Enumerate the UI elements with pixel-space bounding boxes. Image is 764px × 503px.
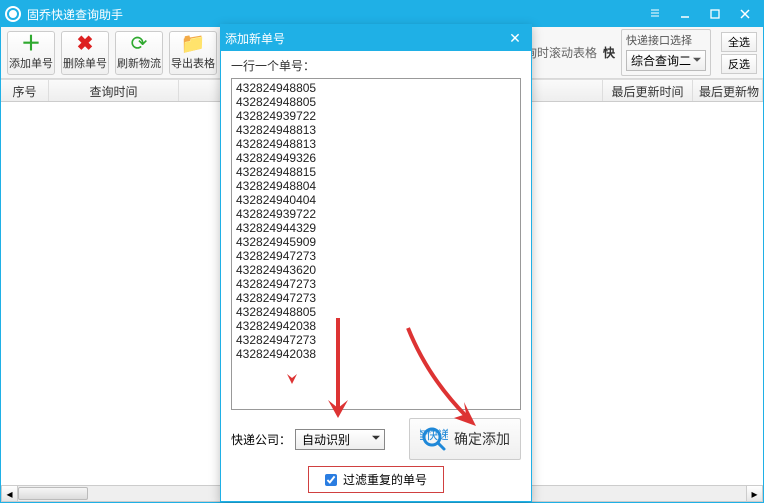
company-select[interactable]: 自动识别 [295,429,385,450]
refresh-button[interactable]: ⟳ 刷新物流 [115,31,163,75]
settings-icon[interactable] [641,4,669,24]
folder-icon: 📁 [181,34,206,54]
add-label: 添加单号 [9,55,53,71]
close-button[interactable] [731,4,759,24]
refresh-label: 刷新物流 [117,55,161,71]
export-button[interactable]: 📁 导出表格 [169,31,217,75]
fast-label: 快 [603,44,615,61]
delete-button[interactable]: ✖ 删除单号 [61,31,109,75]
interface-legend: 快递接口选择 [626,32,706,48]
refresh-icon: ⟳ [131,34,148,54]
invert-select-button[interactable]: 反选 [721,54,757,74]
delete-label: 删除单号 [63,55,107,71]
interface-group: 快递接口选择 综合查询二 [621,29,711,76]
add-button[interactable]: ＋ 添加单号 [7,31,55,75]
dialog-titlebar: 添加新单号 ✕ [221,25,531,51]
select-all-button[interactable]: 全选 [721,32,757,52]
scroll-right-icon[interactable]: ▸ [746,485,763,502]
maximize-button[interactable] [701,4,729,24]
svg-text:查快递: 查快递 [420,428,448,442]
scroll-thumb[interactable] [18,487,88,500]
app-title: 固乔快递查询助手 [27,6,641,23]
dialog-title: 添加新单号 [225,30,503,47]
app-icon [5,6,21,22]
dialog-hint: 一行一个单号： [231,57,521,74]
add-dialog: 添加新单号 ✕ 一行一个单号： 432824948805 43282494880… [220,24,532,502]
scroll-left-icon[interactable]: ◂ [1,485,18,502]
confirm-add-button[interactable]: 查快递 确定添加 [409,418,521,460]
x-icon: ✖ [77,34,94,54]
filter-checkbox[interactable] [325,474,337,486]
company-label: 快递公司： [231,431,291,448]
search-express-icon: 查快递 [420,425,448,453]
minimize-button[interactable] [671,4,699,24]
confirm-label: 确定添加 [454,429,510,449]
col-update-time[interactable]: 最后更新时间 [603,80,693,101]
dialog-close-icon[interactable]: ✕ [503,30,527,47]
tracking-textarea[interactable]: 432824948805 432824948805 432824939722 4… [231,78,521,410]
col-index[interactable]: 序号 [1,80,49,101]
export-label: 导出表格 [171,55,215,71]
interface-select[interactable]: 综合查询二 [626,50,706,71]
plus-icon: ＋ [21,34,41,54]
filter-label: 过滤重复的单号 [343,471,427,488]
col-update-info[interactable]: 最后更新物 [693,80,763,101]
col-query-time[interactable]: 查询时间 [49,80,179,101]
filter-duplicates[interactable]: 过滤重复的单号 [308,466,444,493]
